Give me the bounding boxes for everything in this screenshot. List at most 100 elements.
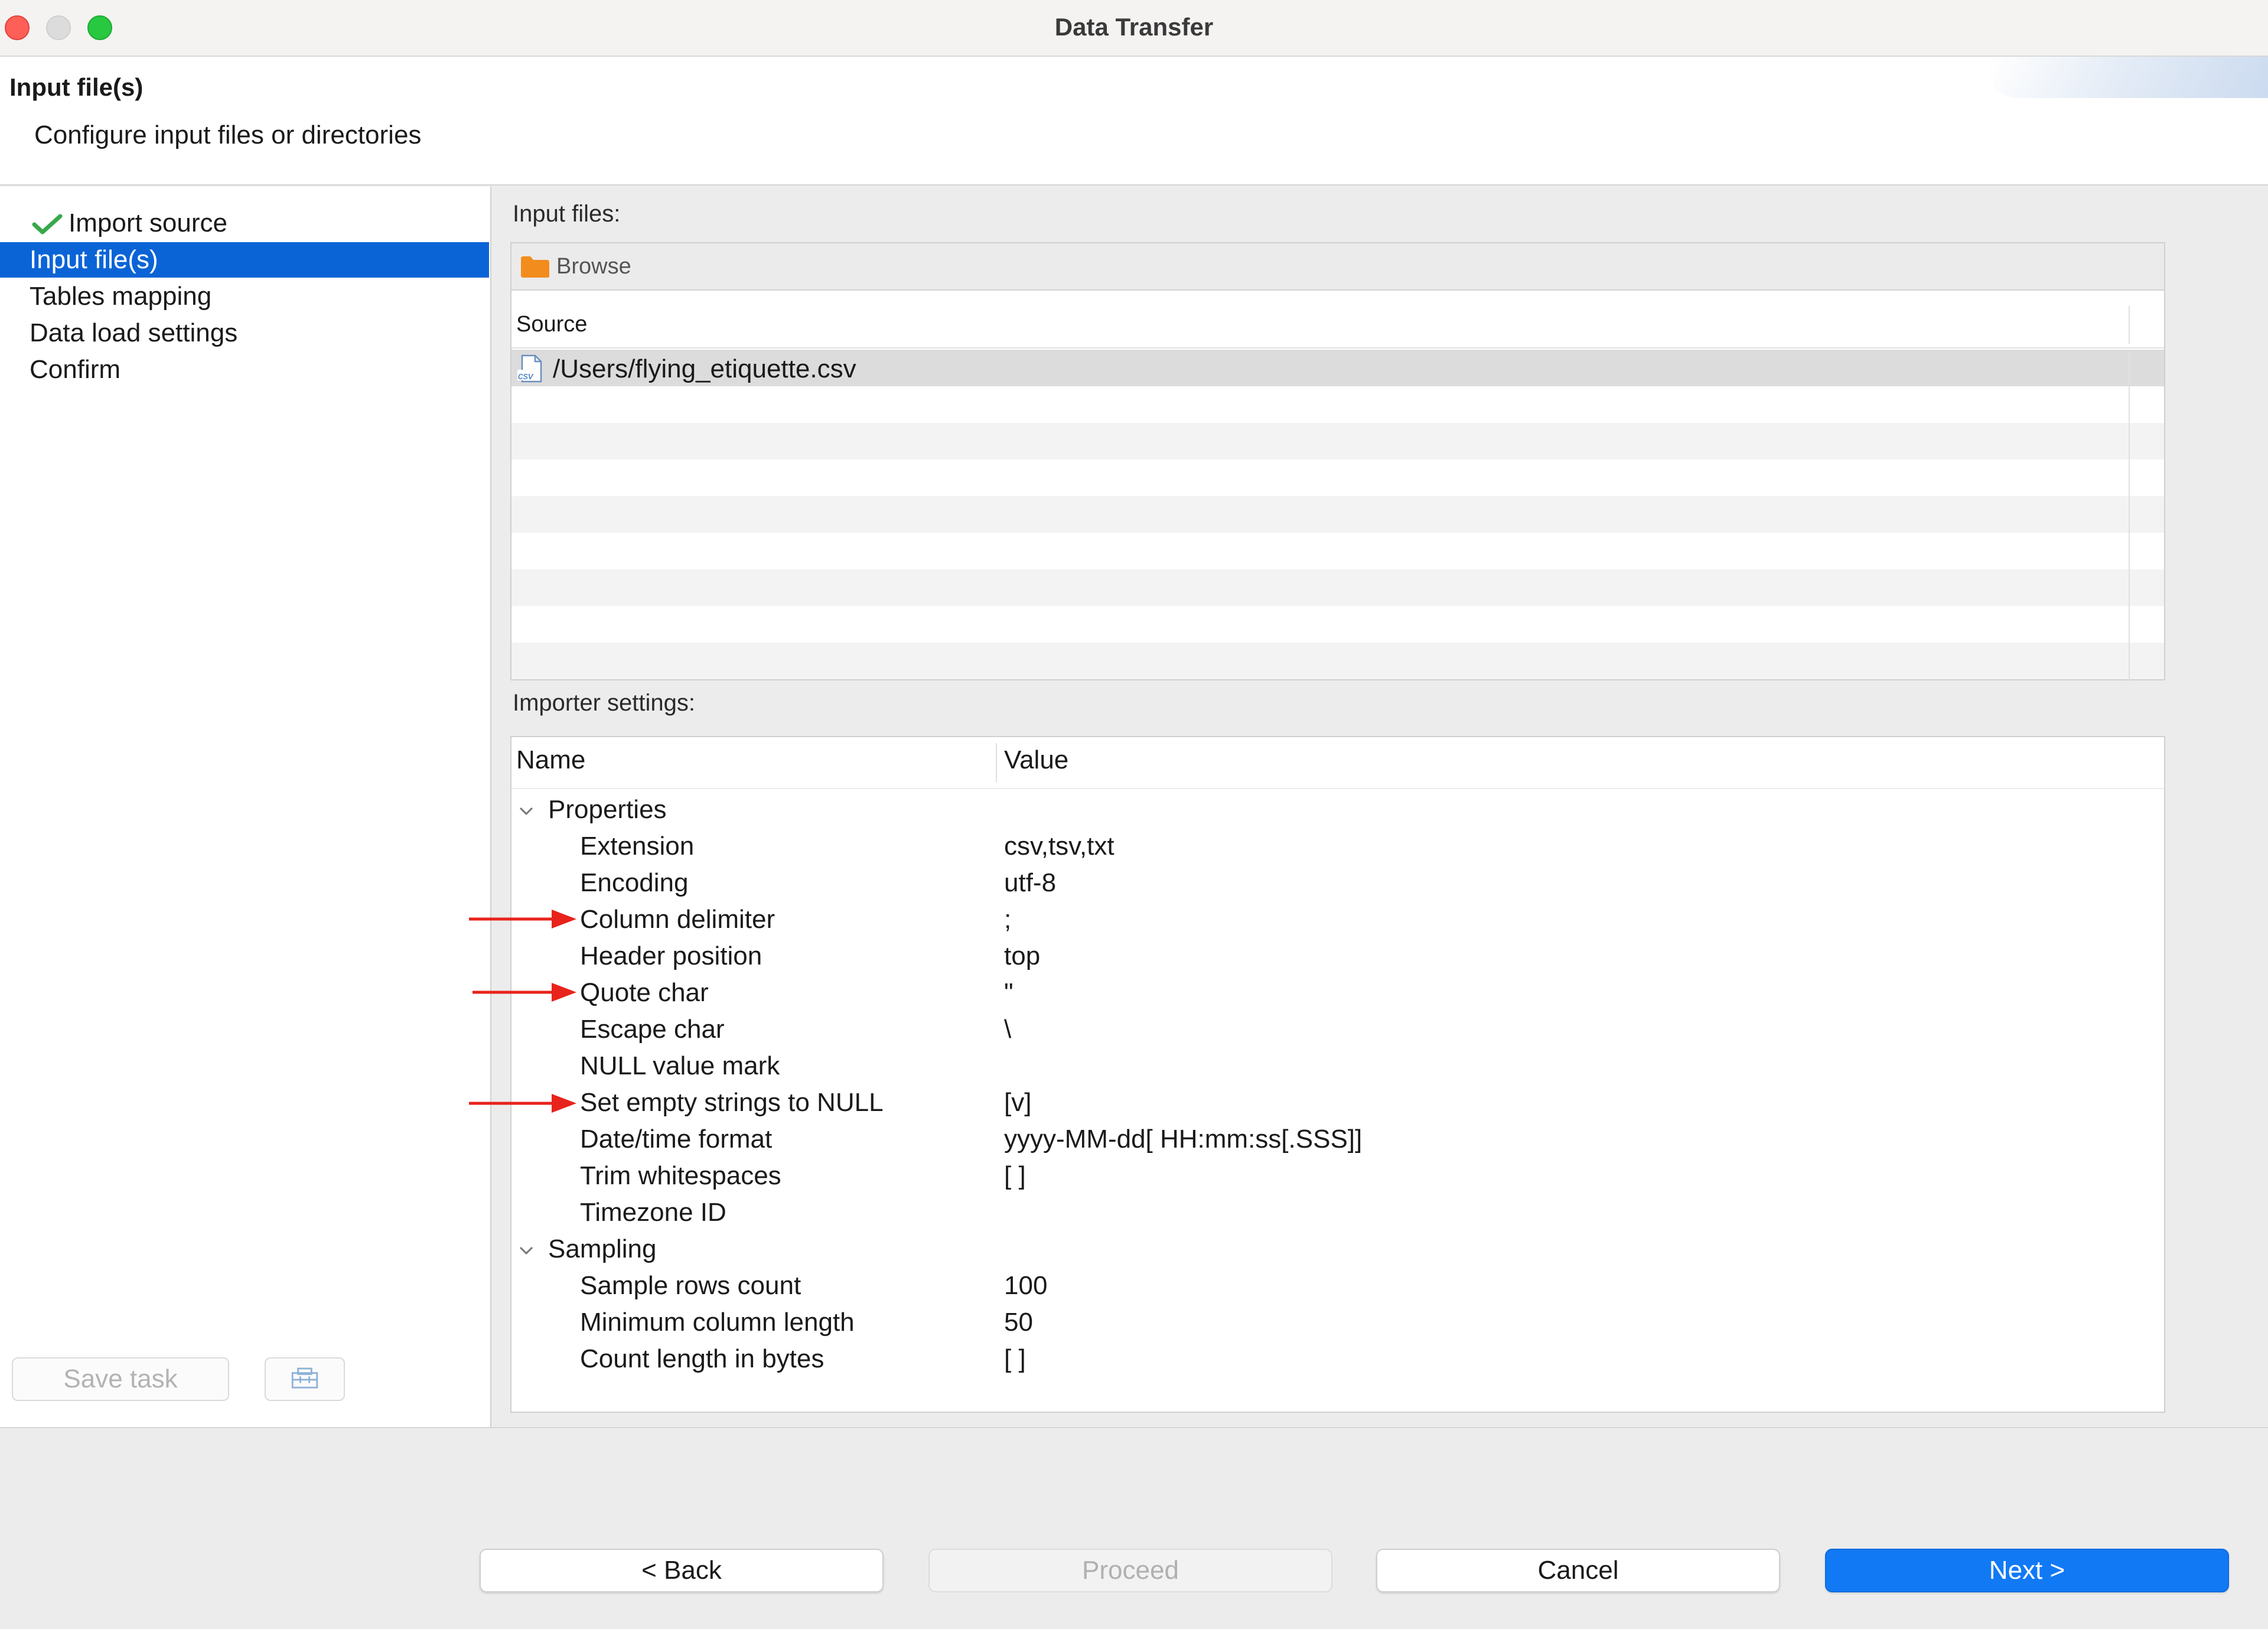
cancel-button[interactable]: Cancel (1376, 1549, 1780, 1592)
page-description: Configure input files or directories (34, 120, 422, 149)
file-path: /Users/flying_etiquette.csv (553, 354, 856, 383)
column-divider (996, 743, 997, 782)
source-column-header[interactable]: Source (511, 300, 2164, 348)
property-row-trim-whitespaces[interactable]: Trim whitespaces [ ] (511, 1159, 2164, 1195)
step-label: Confirm (30, 355, 121, 384)
property-name: Sample rows count (580, 1271, 801, 1300)
empty-row (511, 533, 2164, 569)
tree-group-properties[interactable]: Properties (511, 793, 2164, 829)
property-name: Timezone ID (580, 1198, 726, 1227)
property-value[interactable]: yyyy-MM-dd[ HH:mm:ss[.SSS]] (1004, 1125, 1362, 1154)
wizard-steps-panel: Import source Input file(s) Tables mappi… (0, 187, 491, 1427)
page-title: Input file(s) (9, 73, 144, 101)
property-name: Column delimiter (580, 905, 775, 934)
property-name: Set empty strings to NULL (580, 1088, 884, 1117)
source-header-label: Source (516, 312, 588, 337)
browse-button[interactable]: Browse (556, 254, 631, 279)
input-files-label: Input files: (513, 201, 621, 227)
property-name: Minimum column length (580, 1308, 855, 1337)
task-icon (291, 1367, 318, 1389)
property-name: Count length in bytes (580, 1344, 825, 1373)
property-row-sample-rows-count[interactable]: Sample rows count 100 (511, 1269, 2164, 1305)
files-toolbar: Browse (511, 243, 2164, 291)
annotation-arrow (469, 1094, 576, 1113)
property-row-empty-strings-null[interactable]: Set empty strings to NULL [v] (511, 1086, 2164, 1122)
table-row[interactable]: csv /Users/flying_etiquette.csv (511, 350, 2164, 386)
group-label: Sampling (548, 1234, 657, 1263)
step-label: Tables mapping (30, 282, 212, 311)
property-value[interactable]: top (1004, 941, 1040, 971)
property-row-escape-char[interactable]: Escape char \ (511, 1012, 2164, 1049)
chevron-down-icon[interactable] (517, 802, 535, 820)
header-divider (511, 788, 2164, 789)
property-name: Trim whitespaces (580, 1161, 781, 1190)
group-label: Properties (548, 795, 667, 824)
input-files-table: Browse Source csv /Users/flying_etiquett… (510, 242, 2165, 680)
csv-file-icon: csv (517, 354, 542, 383)
step-confirm[interactable]: Confirm (0, 352, 489, 387)
property-row-quote-char[interactable]: Quote char " (511, 976, 2164, 1012)
property-name: Escape char (580, 1015, 725, 1044)
property-row-extension[interactable]: Extension csv,tsv,txt (511, 829, 2164, 866)
wizard-button-bar: < Back Proceed Cancel Next > (0, 1427, 2268, 1629)
property-name: Header position (580, 941, 762, 970)
importer-settings-tree: Name Value Properties Extension csv,tsv,… (510, 736, 2165, 1413)
property-row-min-column-length[interactable]: Minimum column length 50 (511, 1305, 2164, 1342)
column-divider (2129, 306, 2130, 344)
property-value[interactable]: 50 (1004, 1308, 1033, 1337)
window-title: Data Transfer (1054, 13, 1214, 41)
property-name: Quote char (580, 978, 709, 1007)
property-value[interactable]: csv,tsv,txt (1004, 832, 1115, 861)
chevron-down-icon[interactable] (517, 1242, 535, 1259)
step-import-source[interactable]: Import source (0, 206, 489, 241)
title-bar: Data Transfer (0, 0, 2268, 57)
empty-row (511, 386, 2164, 423)
property-name: Extension (580, 832, 695, 861)
next-button[interactable]: Next > (1825, 1549, 2229, 1592)
property-row-timezone-id[interactable]: Timezone ID (511, 1195, 2164, 1232)
step-input-files[interactable]: Input file(s) (0, 242, 489, 278)
step-data-load-settings[interactable]: Data load settings (0, 315, 489, 351)
empty-row (511, 423, 2164, 460)
back-button[interactable]: < Back (480, 1549, 884, 1592)
property-row-datetime-format[interactable]: Date/time format yyyy-MM-dd[ HH:mm:ss[.S… (511, 1122, 2164, 1159)
property-value[interactable]: \ (1004, 1015, 1011, 1044)
property-value[interactable]: 100 (1004, 1271, 1047, 1301)
property-row-null-value-mark[interactable]: NULL value mark (511, 1049, 2164, 1086)
annotation-arrow (472, 983, 576, 1002)
proceed-button[interactable]: Proceed (928, 1549, 1332, 1592)
folder-icon (521, 256, 549, 278)
svg-text:csv: csv (518, 370, 534, 382)
property-row-count-length-bytes[interactable]: Count length in bytes [ ] (511, 1342, 2164, 1379)
wizard-header: Input file(s) Configure input files or d… (0, 57, 2268, 185)
property-value[interactable]: [v] (1004, 1088, 1031, 1118)
checkmark-icon (32, 214, 63, 234)
header-decoration (1977, 57, 2268, 98)
annotation-arrow (469, 910, 576, 928)
empty-row (511, 569, 2164, 606)
save-task-button[interactable]: Save task (12, 1357, 229, 1401)
property-name: Date/time format (580, 1125, 773, 1154)
step-label: Input file(s) (30, 245, 158, 274)
importer-settings-label: Importer settings: (513, 690, 696, 716)
step-label: Data load settings (30, 318, 238, 347)
property-value[interactable]: ; (1004, 905, 1011, 934)
empty-row (511, 460, 2164, 496)
property-row-encoding[interactable]: Encoding utf-8 (511, 866, 2164, 903)
value-column-header[interactable]: Value (1004, 745, 1068, 775)
property-name: NULL value mark (580, 1051, 780, 1080)
property-value[interactable]: [ ] (1004, 1344, 1026, 1374)
name-column-header[interactable]: Name (516, 745, 585, 775)
property-row-column-delimiter[interactable]: Column delimiter ; (511, 903, 2164, 939)
property-row-header-position[interactable]: Header position top (511, 939, 2164, 976)
empty-row (511, 496, 2164, 533)
main-panel: Input files: Browse Source csv /Users/fl… (496, 187, 2268, 1427)
step-tables-mapping[interactable]: Tables mapping (0, 279, 489, 314)
property-value[interactable]: utf-8 (1004, 868, 1056, 898)
column-divider (2129, 350, 2130, 680)
task-config-button[interactable] (265, 1357, 345, 1401)
empty-row (511, 643, 2164, 679)
tree-group-sampling[interactable]: Sampling (511, 1232, 2164, 1269)
property-value[interactable]: [ ] (1004, 1161, 1026, 1191)
property-value[interactable]: " (1004, 978, 1014, 1008)
